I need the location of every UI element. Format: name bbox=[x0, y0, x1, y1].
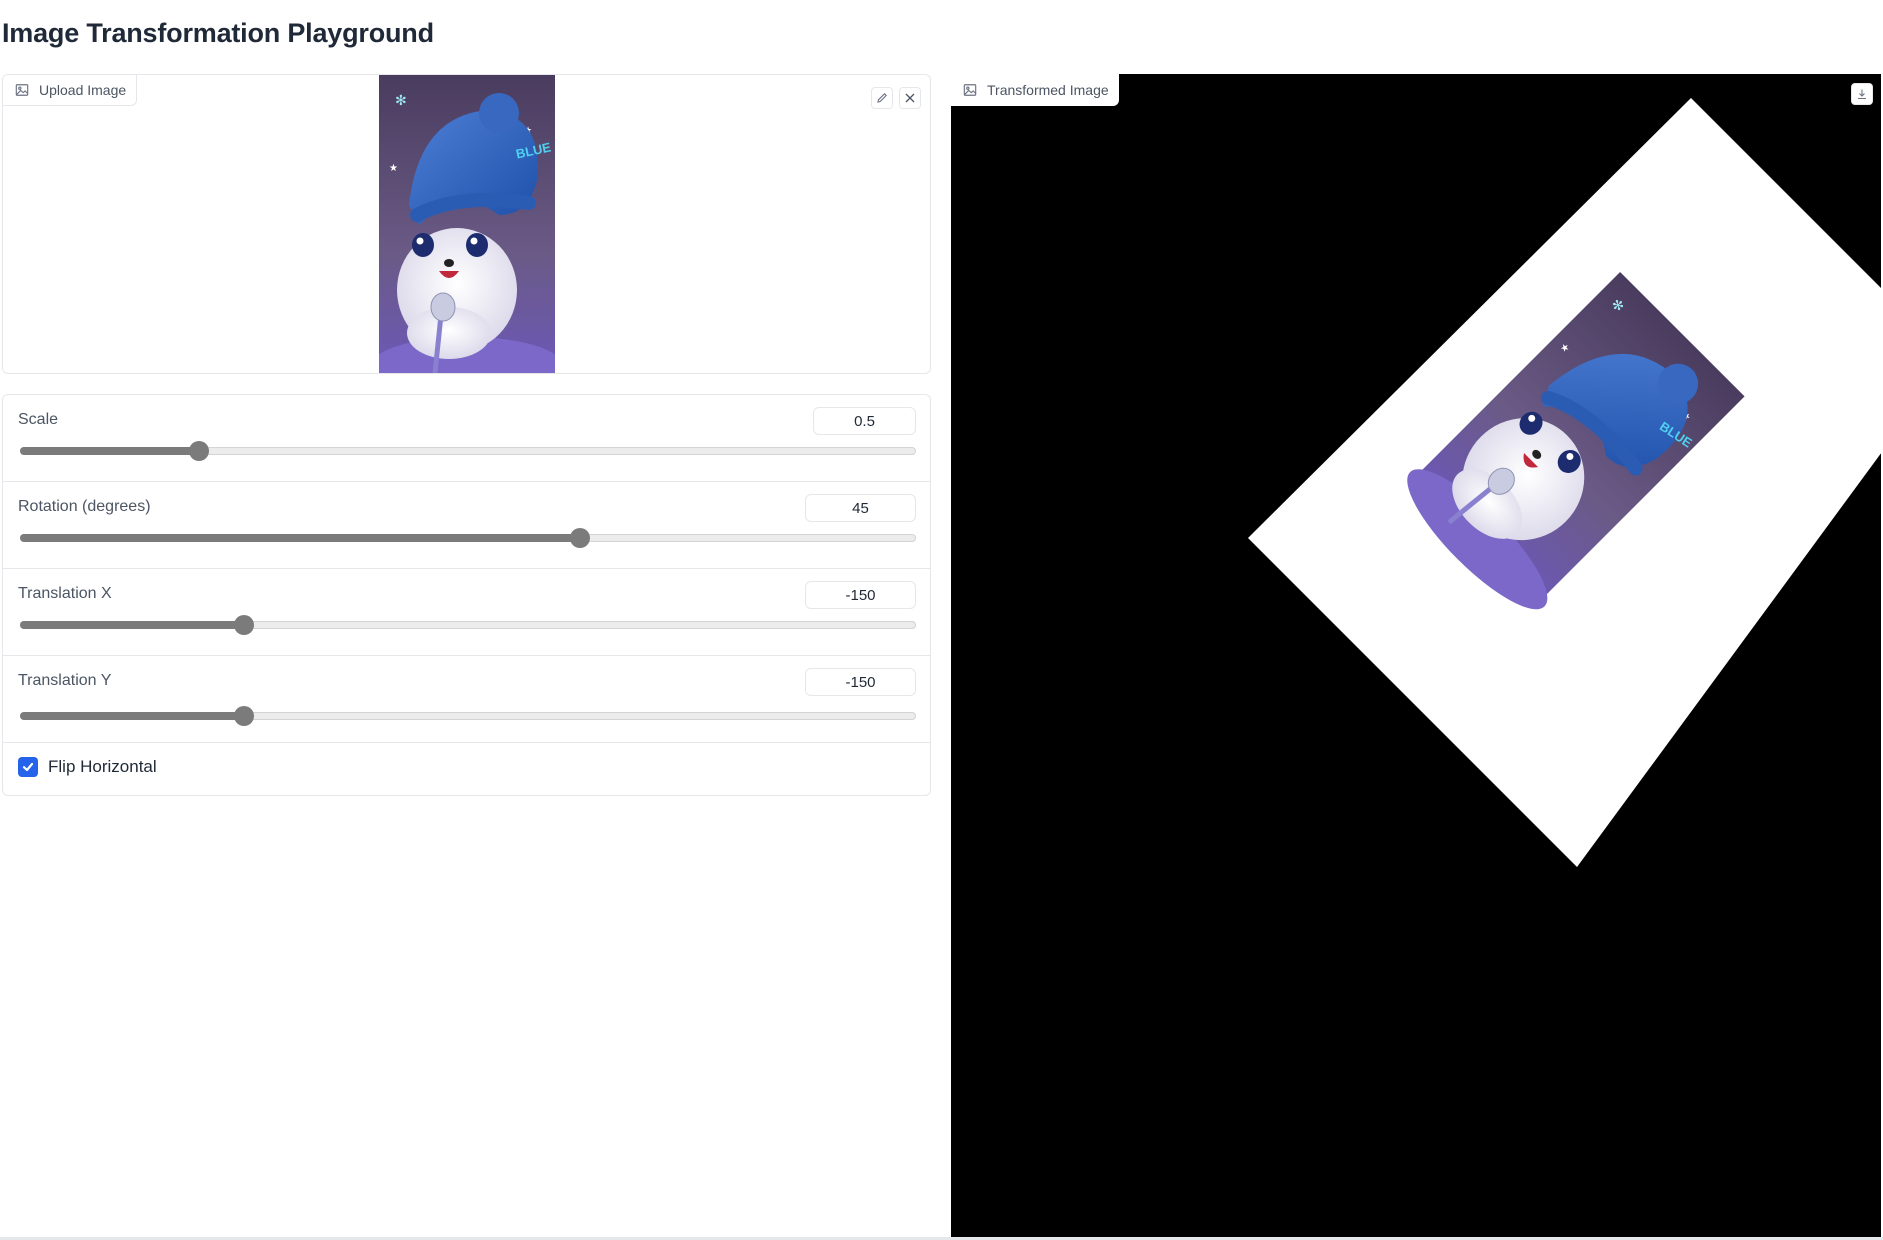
transformed-image-tag: Transformed Image bbox=[951, 74, 1119, 106]
translation-y-slider-thumb[interactable] bbox=[234, 706, 254, 726]
rotation-slider-fill bbox=[20, 534, 580, 542]
page-title: Image Transformation Playground bbox=[2, 18, 434, 48]
image-icon bbox=[15, 84, 29, 96]
rotation-slider-thumb[interactable] bbox=[570, 528, 590, 548]
translation-x-slider[interactable] bbox=[20, 615, 916, 635]
scale-slider[interactable] bbox=[20, 441, 916, 461]
translation-y-slider[interactable] bbox=[20, 706, 916, 726]
translation-x-number-input[interactable] bbox=[805, 581, 916, 609]
flip-horizontal-label: Flip Horizontal bbox=[48, 757, 157, 776]
scale-slider-fill bbox=[20, 447, 200, 455]
image-icon bbox=[963, 84, 977, 96]
rotation-slider[interactable] bbox=[20, 528, 916, 548]
upload-image-label: Upload Image bbox=[39, 82, 127, 98]
translation-y-control: Translation Y bbox=[3, 656, 930, 743]
checkmark-icon bbox=[22, 762, 34, 772]
rotation-label: Rotation (degrees) bbox=[18, 498, 151, 515]
download-icon bbox=[1858, 89, 1866, 100]
clear-image-button[interactable] bbox=[899, 87, 921, 109]
translation-y-number-input[interactable] bbox=[805, 668, 916, 696]
translation-y-slider-fill bbox=[20, 712, 244, 720]
scale-number-input[interactable] bbox=[813, 407, 916, 435]
translation-x-slider-thumb[interactable] bbox=[234, 615, 254, 635]
rotation-number-input[interactable] bbox=[805, 494, 916, 522]
scale-control: Scale bbox=[3, 395, 930, 482]
svg-text:★: ★ bbox=[389, 163, 398, 174]
close-icon bbox=[905, 93, 915, 103]
edit-image-button[interactable] bbox=[871, 87, 893, 109]
transformed-image-panel: Transformed Image ✻ ★ ★ ★ bbox=[951, 74, 1881, 1240]
flip-horizontal-checkbox[interactable] bbox=[18, 757, 38, 777]
translation-x-label: Translation X bbox=[18, 585, 112, 602]
upload-image-tag: Upload Image bbox=[3, 75, 138, 106]
scale-label: Scale bbox=[18, 411, 59, 428]
scale-slider-thumb[interactable] bbox=[189, 441, 210, 461]
translation-x-slider-fill bbox=[20, 621, 244, 629]
translation-x-control: Translation X bbox=[3, 569, 930, 656]
upload-image-panel[interactable]: Upload Image ✻ ★ ★ ★ ✦ bbox=[2, 74, 931, 374]
transformed-image-label: Transformed Image bbox=[987, 82, 1109, 98]
transform-controls-panel: Scale Rotation (degrees) Translation X T… bbox=[2, 394, 931, 796]
rotation-control: Rotation (degrees) bbox=[3, 482, 930, 569]
download-button[interactable] bbox=[1851, 83, 1873, 105]
translation-y-label: Translation Y bbox=[18, 672, 112, 689]
svg-text:✻: ✻ bbox=[395, 92, 407, 108]
transformed-image: ✻ ★ ★ ★ BLUE bbox=[1248, 98, 1881, 867]
pencil-icon bbox=[877, 93, 887, 103]
uploaded-image-preview: ✻ ★ ★ ★ ✦ BLUE bbox=[379, 75, 555, 373]
flip-horizontal-row[interactable]: Flip Horizontal bbox=[18, 757, 157, 777]
